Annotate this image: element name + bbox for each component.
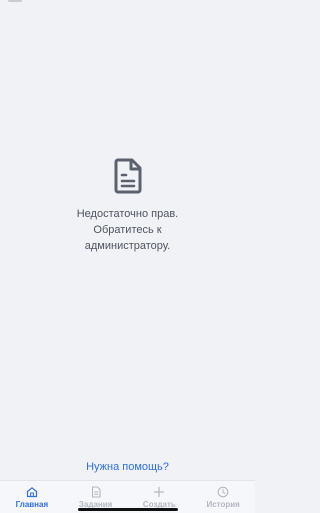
message-line: администратору. (84, 240, 171, 252)
status-indicator (8, 0, 22, 2)
message-line: Недостаточно прав. (76, 208, 179, 220)
clock-icon (217, 486, 229, 498)
tab-home[interactable]: Главная (0, 481, 64, 513)
message-line: Обратитесь к (93, 224, 162, 236)
app-screen: Недостаточно прав. Обратитесь к админист… (0, 0, 255, 513)
tab-label: История (206, 500, 240, 509)
status-bar (0, 0, 255, 6)
plus-icon (154, 486, 165, 498)
document-icon (114, 158, 141, 194)
tab-history[interactable]: История (191, 481, 255, 513)
home-indicator (78, 508, 178, 511)
empty-state: Недостаточно прав. Обратитесь к админист… (0, 158, 255, 254)
permission-message: Недостаточно прав. Обратитесь к админист… (0, 206, 255, 254)
help-link[interactable]: Нужна помощь? (0, 460, 255, 474)
home-icon (26, 487, 37, 498)
tab-label: Главная (15, 500, 49, 509)
document-icon (91, 486, 101, 498)
